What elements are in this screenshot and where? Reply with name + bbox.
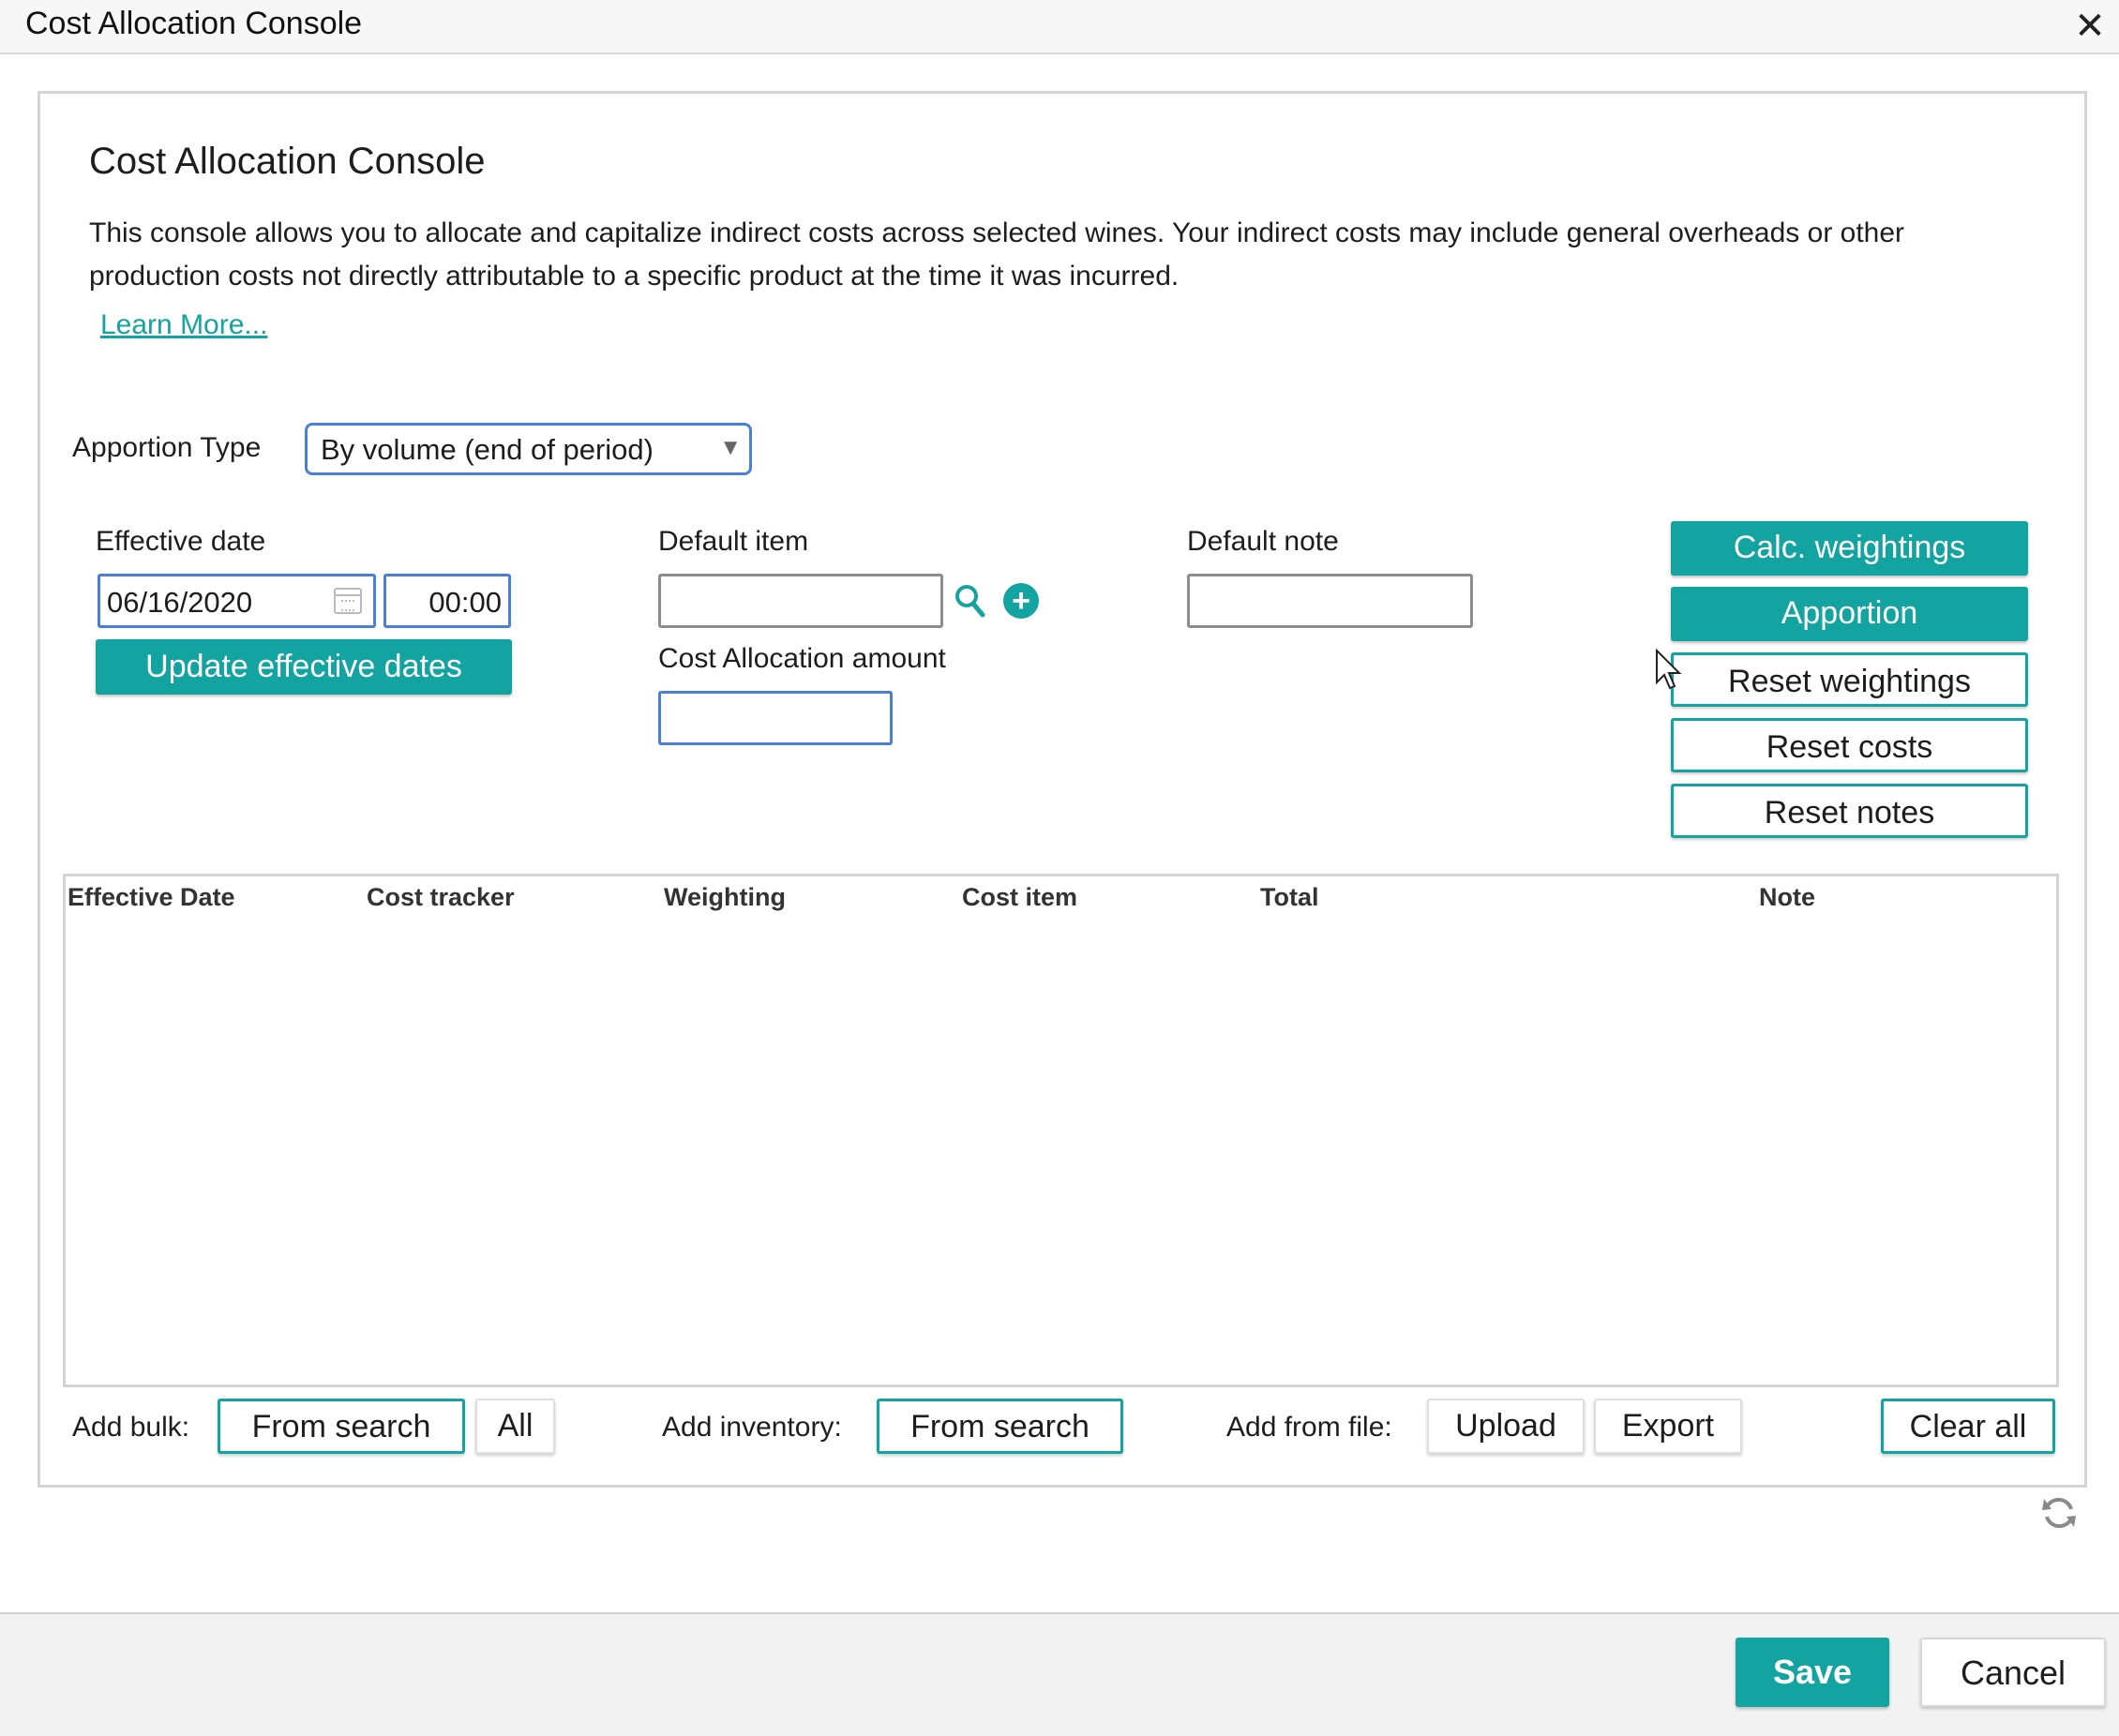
console-description: This console allows you to allocate and … [89, 217, 1905, 292]
apportion-button[interactable]: Apportion [1671, 587, 2028, 641]
add-bulk-label: Add bulk: [72, 1412, 190, 1443]
column-header-note[interactable]: Note [1759, 883, 1815, 912]
cost-allocation-amount-input[interactable] [658, 691, 893, 745]
add-inventory-label: Add inventory: [662, 1412, 842, 1443]
apportion-type-select[interactable]: By volume (end of period) ▼ [305, 423, 752, 475]
column-header-effective-date[interactable]: Effective Date [68, 883, 235, 912]
default-item-input[interactable] [658, 574, 943, 628]
apportion-type-value: By volume (end of period) [321, 433, 654, 466]
reset-notes-button[interactable]: Reset notes [1671, 784, 2028, 838]
column-header-cost-tracker[interactable]: Cost tracker [367, 883, 515, 912]
upload-button[interactable]: Upload [1427, 1399, 1585, 1454]
bulk-from-search-button[interactable]: From search [218, 1399, 465, 1454]
inventory-from-search-button[interactable]: From search [877, 1399, 1123, 1454]
effective-date-input[interactable]: 06/16/2020 [98, 574, 376, 628]
column-header-total[interactable]: Total [1260, 883, 1319, 912]
default-note-input[interactable] [1187, 574, 1473, 628]
cancel-button[interactable]: Cancel [1920, 1638, 2106, 1707]
reset-weightings-button[interactable]: Reset weightings [1671, 652, 2028, 707]
calendar-icon[interactable] [334, 588, 362, 614]
default-note-label: Default note [1187, 526, 1339, 557]
update-effective-dates-button[interactable]: Update effective dates [96, 639, 512, 695]
learn-more-link[interactable]: Learn More... [100, 309, 267, 341]
effective-time-input[interactable]: 00:00 [383, 574, 511, 628]
effective-date-label: Effective date [96, 526, 266, 557]
refresh-icon[interactable] [2040, 1494, 2078, 1532]
calc-weightings-button[interactable]: Calc. weightings [1671, 521, 2028, 576]
reset-costs-button[interactable]: Reset costs [1671, 718, 2028, 772]
bulk-all-button[interactable]: All [475, 1399, 555, 1454]
default-item-label: Default item [658, 526, 809, 557]
window-title: Cost Allocation Console [25, 6, 363, 41]
export-button[interactable]: Export [1594, 1399, 1742, 1454]
effective-date-value: 06/16/2020 [107, 586, 253, 619]
add-from-file-label: Add from file: [1226, 1412, 1392, 1443]
apportion-type-label: Apportion Type [72, 432, 262, 463]
add-icon[interactable]: + [1003, 583, 1039, 619]
column-header-weighting[interactable]: Weighting [664, 883, 786, 912]
allocation-table[interactable] [63, 874, 2059, 1387]
save-button[interactable]: Save [1736, 1638, 1889, 1707]
cost-allocation-amount-label: Cost Allocation amount [658, 643, 946, 674]
mouse-cursor-icon [1656, 649, 1682, 690]
close-icon[interactable]: ✕ [2074, 7, 2106, 45]
chevron-down-icon: ▼ [719, 435, 742, 460]
column-header-cost-item[interactable]: Cost item [962, 883, 1077, 912]
search-icon[interactable] [954, 583, 985, 619]
page-title: Cost Allocation Console [89, 141, 486, 182]
clear-all-button[interactable]: Clear all [1881, 1399, 2055, 1454]
